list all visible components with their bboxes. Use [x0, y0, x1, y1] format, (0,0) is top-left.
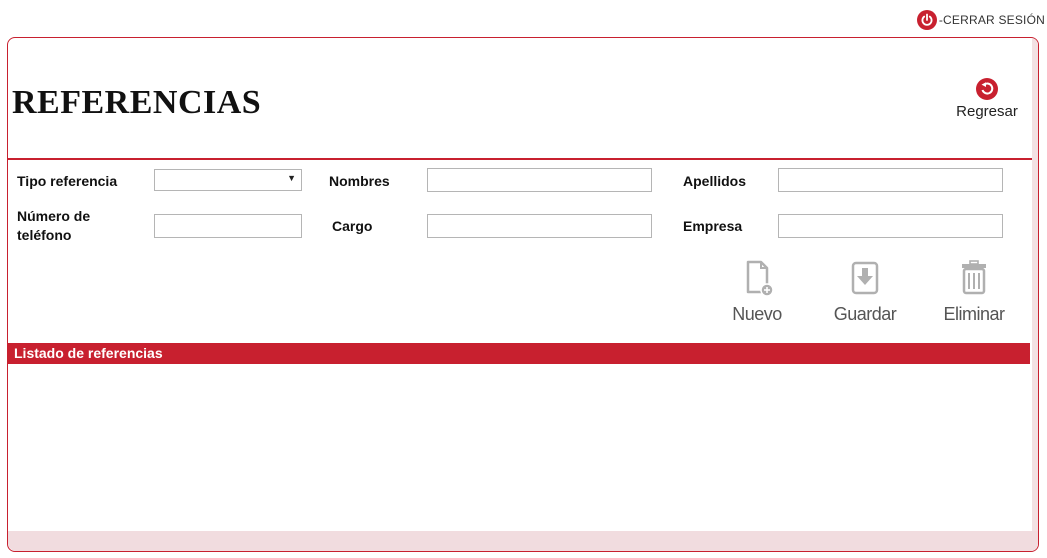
nuevo-label: Nuevo — [732, 304, 782, 324]
panel-footer — [8, 531, 1038, 551]
tipo-referencia-select[interactable]: ▼ — [154, 169, 302, 191]
numero-telefono-input[interactable] — [154, 214, 302, 238]
power-icon — [916, 10, 937, 30]
guardar-label: Guardar — [833, 304, 897, 324]
eliminar-button[interactable]: Eliminar — [937, 259, 1011, 329]
back-label: Regresar — [956, 103, 1018, 120]
empresa-label: Empresa — [683, 218, 743, 234]
trash-icon — [954, 259, 994, 302]
numero-telefono-label: Número de teléfono — [17, 208, 91, 243]
nuevo-button[interactable]: Nuevo — [720, 259, 794, 329]
eliminar-label: Eliminar — [943, 304, 1005, 324]
tipo-referencia-label: Tipo referencia — [17, 173, 118, 189]
new-document-icon — [737, 259, 777, 302]
guardar-button[interactable]: Guardar — [828, 259, 902, 329]
references-list — [8, 364, 1030, 524]
logout-button[interactable]: -CERRAR SESIÓN — [916, 9, 1045, 31]
back-arrow-icon — [976, 78, 998, 100]
nombres-label: Nombres — [329, 173, 390, 189]
apellidos-label: Apellidos — [683, 173, 747, 189]
chevron-down-icon: ▼ — [287, 173, 296, 183]
apellidos-input[interactable] — [778, 168, 1003, 192]
references-panel: REFERENCIAS Regresar Tipo referencia ▼ N… — [7, 37, 1039, 552]
save-download-icon — [845, 259, 885, 302]
cargo-input[interactable] — [427, 214, 652, 238]
empresa-input[interactable] — [778, 214, 1003, 238]
page-title: REFERENCIAS — [12, 84, 262, 121]
title-divider — [8, 158, 1038, 160]
vertical-scrollbar[interactable] — [1032, 38, 1038, 551]
cargo-label: Cargo — [332, 218, 373, 234]
references-list-header: Listado de referencias — [8, 343, 1030, 364]
back-button[interactable]: Regresar — [951, 78, 1023, 128]
nombres-input[interactable] — [427, 168, 652, 192]
logout-label: -CERRAR SESIÓN — [938, 13, 1045, 27]
